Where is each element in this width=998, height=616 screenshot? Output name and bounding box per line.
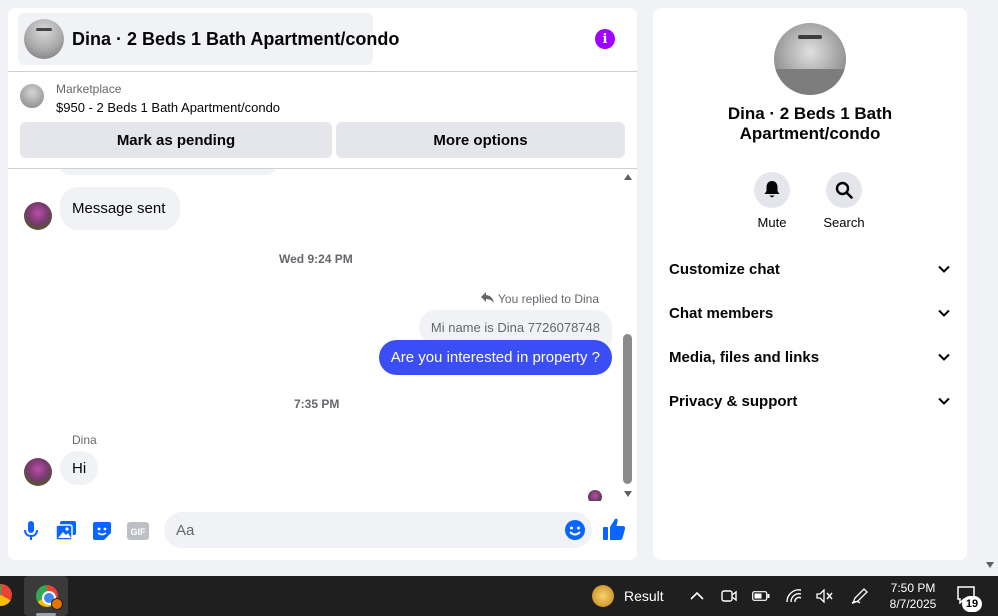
outgoing-message-bubble[interactable]: Are you interested in property ? — [378, 340, 612, 375]
quoted-text: Mi name is Dina 7726078748 — [430, 320, 600, 335]
microphone-icon[interactable] — [20, 520, 42, 542]
scroll-thumb[interactable] — [623, 334, 632, 484]
composer: GIF — [8, 508, 637, 554]
listing-thumbnail[interactable] — [20, 84, 44, 108]
page-scroll-down-arrow[interactable] — [986, 562, 994, 568]
mute-action[interactable]: Mute — [742, 172, 802, 230]
scroll-down-arrow[interactable] — [624, 491, 632, 497]
marketplace-bar: Marketplace $950 - 2 Beds 1 Bath Apartme… — [8, 72, 637, 169]
info-icon[interactable]: i — [595, 29, 615, 49]
marketplace-label: Marketplace — [56, 82, 122, 96]
section-media-files-links[interactable]: Media, files and links — [653, 337, 967, 377]
chat-title-button[interactable]: Dina · 2 Beds 1 Bath Apartment/condo — [18, 13, 399, 65]
listing-title[interactable]: $950 - 2 Beds 1 Bath Apartment/condo — [56, 100, 280, 115]
message-text: Message sent — [72, 200, 166, 217]
message-bubble[interactable]: Message sent — [60, 187, 180, 230]
bell-icon[interactable] — [754, 172, 790, 208]
reply-note-text: You replied to Dina — [498, 291, 599, 306]
speaker-muted-icon[interactable] — [815, 586, 835, 606]
message-bubble[interactable] — [60, 169, 276, 175]
message-list[interactable]: Message sent Wed 9:24 PM You replied to … — [8, 169, 637, 501]
chrome-icon[interactable] — [0, 584, 12, 606]
chevron-up-icon[interactable] — [687, 586, 707, 606]
message-bubble[interactable]: Hi — [60, 451, 99, 485]
scroll-up-arrow[interactable] — [624, 174, 632, 180]
seen-indicator-avatar — [588, 490, 602, 501]
weather-label[interactable]: Result — [624, 588, 664, 604]
emoji-icon[interactable] — [564, 519, 586, 541]
mark-pending-button[interactable]: Mark as pending — [20, 122, 332, 158]
meet-icon[interactable] — [719, 586, 739, 606]
photo-icon[interactable] — [55, 520, 77, 542]
message-text: Are you interested in property ? — [390, 349, 600, 366]
weather-icon[interactable] — [592, 585, 614, 607]
gif-icon[interactable]: GIF — [127, 520, 149, 542]
conversation-info-panel: Dina · 2 Beds 1 Bath Apartment/condo Mut… — [653, 8, 967, 560]
quoted-message[interactable]: Mi name is Dina 7726078748 — [418, 310, 612, 344]
reply-note: You replied to Dina — [481, 291, 599, 306]
section-label: Media, files and links — [669, 348, 820, 366]
more-options-button[interactable]: More options — [336, 122, 625, 158]
svg-text:GIF: GIF — [131, 527, 147, 537]
clock-time: 7:50 PM — [890, 581, 936, 595]
message-text: Hi — [72, 459, 87, 477]
chevron-down-icon — [938, 309, 950, 317]
chat-header: Dina · 2 Beds 1 Bath Apartment/condo i — [8, 8, 637, 72]
message-timestamp: Wed 9:24 PM — [279, 252, 353, 266]
taskbar: Result 7:50 PM 8/7/2025 19 — [0, 576, 998, 616]
thumbs-up-icon[interactable] — [602, 517, 628, 543]
action-label: Mute — [757, 215, 787, 230]
search-action[interactable]: Search — [814, 172, 874, 230]
chat-title: Dina · 2 Beds 1 Bath Apartment/condo — [72, 28, 400, 49]
sender-avatar[interactable] — [24, 202, 52, 230]
chevron-down-icon — [938, 265, 950, 273]
section-customize-chat[interactable]: Customize chat — [653, 249, 967, 289]
section-label: Privacy & support — [669, 392, 798, 410]
section-chat-members[interactable]: Chat members — [653, 293, 967, 333]
clock-date: 8/7/2025 — [889, 597, 937, 611]
chat-panel: Dina · 2 Beds 1 Bath Apartment/condo i M… — [8, 8, 637, 560]
section-label: Chat members — [669, 304, 774, 322]
sender-avatar[interactable] — [24, 458, 52, 486]
sticker-icon[interactable] — [91, 520, 113, 542]
clock[interactable]: 7:50 PM 8/7/2025 — [880, 580, 946, 612]
conversation-name: Dina · 2 Beds 1 Bath Apartment/condo — [727, 104, 893, 143]
action-label: Search — [823, 215, 865, 230]
section-label: Customize chat — [669, 260, 780, 278]
chrome-profile-taskbar-button[interactable] — [24, 576, 68, 616]
chevron-down-icon — [938, 353, 950, 361]
wifi-icon[interactable] — [784, 586, 804, 606]
chevron-down-icon — [938, 397, 950, 405]
profile-badge — [51, 598, 63, 610]
sender-name: Dina — [72, 433, 97, 447]
message-timestamp: 7:35 PM — [294, 397, 340, 411]
pen-icon[interactable] — [850, 586, 870, 606]
notification-count-badge: 19 — [962, 596, 982, 612]
search-icon[interactable] — [826, 172, 862, 208]
message-scrollbar[interactable] — [621, 169, 635, 501]
battery-icon[interactable] — [751, 586, 771, 606]
reply-icon — [481, 291, 495, 306]
conversation-avatar[interactable] — [774, 23, 846, 95]
listing-avatar — [24, 19, 64, 59]
message-input[interactable] — [164, 512, 592, 548]
section-privacy-support[interactable]: Privacy & support — [653, 381, 967, 421]
